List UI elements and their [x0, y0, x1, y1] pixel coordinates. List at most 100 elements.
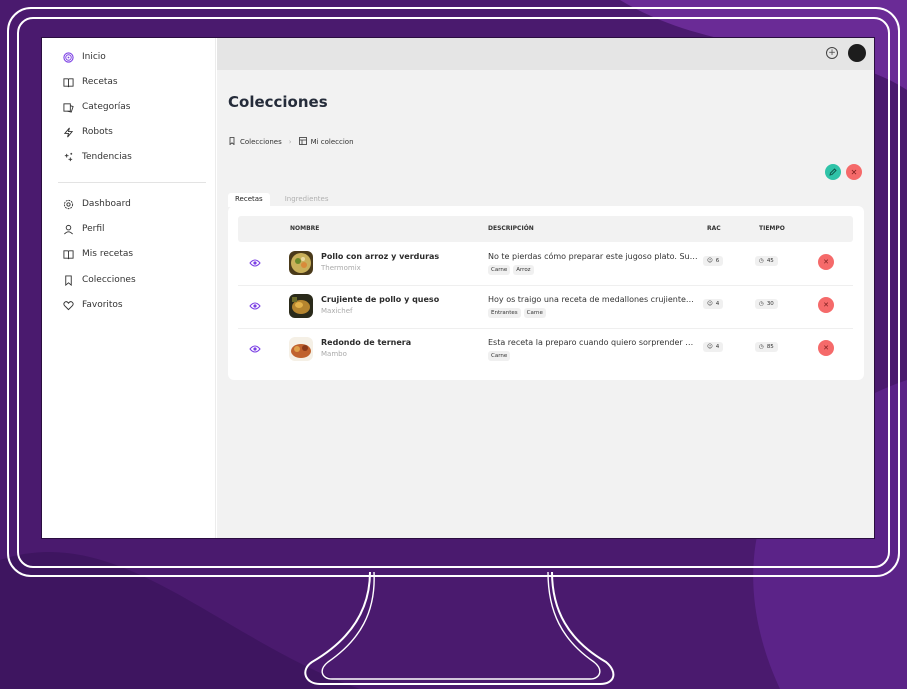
- tab-recetas[interactable]: Recetas: [228, 193, 270, 207]
- recipe-robot: Mambo: [321, 350, 347, 358]
- recipe-thumbnail: [289, 251, 313, 275]
- people-icon: ☺: [707, 301, 713, 307]
- categories-icon: [62, 101, 74, 113]
- collection-icon: [298, 137, 307, 147]
- sidebar-divider: [58, 182, 206, 183]
- rac-badge: ☺ 4: [703, 342, 724, 352]
- table-header: NOMBRE DESCRIPCIÓN RAC TIEMPO: [238, 216, 853, 242]
- sidebar-item-label: Categorías: [82, 102, 131, 112]
- tag-badge: Entrantes: [488, 308, 521, 318]
- sidebar-item-robots[interactable]: Robots: [62, 124, 113, 140]
- sidebar-item-label: Robots: [82, 127, 113, 137]
- rac-badge: ☺ 6: [703, 256, 724, 266]
- eye-icon[interactable]: [249, 344, 261, 354]
- sidebar-item-label: Favoritos: [82, 300, 123, 310]
- breadcrumb-current: Mi coleccion: [310, 138, 354, 146]
- clock-icon: ◷: [759, 258, 764, 264]
- sidebar-item-label: Dashboard: [82, 199, 131, 209]
- main-content: + Colecciones Colecciones › Mi coleccion…: [217, 38, 874, 538]
- heart-icon: [62, 299, 74, 311]
- recipe-description: No te pierdas cómo preparar este jugoso …: [488, 252, 698, 261]
- time-value: 45: [766, 258, 774, 264]
- sidebar-item-categorias[interactable]: Categorías: [62, 99, 131, 115]
- recipe-name[interactable]: Redondo de ternera: [321, 338, 411, 347]
- book-icon: [62, 248, 74, 260]
- edit-collection-button[interactable]: [825, 164, 841, 180]
- recipe-tags: Carne: [488, 351, 511, 361]
- remove-recipe-button[interactable]: ✕: [818, 340, 834, 356]
- time-badge: ◷ 30: [755, 299, 778, 309]
- gear-icon: [62, 198, 74, 210]
- recipe-thumbnail: [289, 294, 313, 318]
- fingerprint-icon: [62, 51, 74, 63]
- sidebar-item-label: Colecciones: [82, 275, 136, 285]
- sidebar-item-inicio[interactable]: Inicio: [62, 49, 106, 65]
- table-row[interactable]: Pollo con arroz y verduras Thermomix No …: [238, 243, 853, 286]
- rac-value: 6: [715, 258, 720, 264]
- rac-badge: ☺ 4: [703, 299, 724, 309]
- bookmark-icon: [62, 274, 74, 286]
- chevron-right-icon: ›: [288, 138, 292, 146]
- recipe-tags: Entrantes Carne: [488, 308, 546, 318]
- avatar[interactable]: [848, 44, 866, 62]
- remove-recipe-button[interactable]: ✕: [818, 297, 834, 313]
- sidebar-item-recetas[interactable]: Recetas: [62, 74, 118, 90]
- tag-badge: Carne: [488, 265, 511, 275]
- recipe-robot: Thermomix: [321, 264, 361, 272]
- recipe-robot: Maxichef: [321, 307, 353, 315]
- close-icon: ✕: [823, 344, 829, 352]
- sidebar-item-label: Tendencias: [82, 152, 132, 162]
- recipe-name[interactable]: Crujiente de pollo y queso: [321, 295, 439, 304]
- page-title: Colecciones: [228, 93, 328, 111]
- sidebar-item-tendencias[interactable]: Tendencias: [62, 149, 132, 165]
- sidebar-item-label: Perfil: [82, 224, 105, 234]
- sidebar-item-favoritos[interactable]: Favoritos: [62, 297, 123, 313]
- clock-icon: ◷: [759, 301, 764, 307]
- sparkles-icon: [62, 151, 74, 163]
- table-row[interactable]: Redondo de ternera Mambo Esta receta la …: [238, 329, 853, 372]
- add-button[interactable]: +: [826, 47, 838, 59]
- clock-icon: ◷: [759, 344, 764, 350]
- rac-value: 4: [715, 301, 720, 307]
- pencil-icon: [829, 168, 837, 176]
- book-icon: [62, 76, 74, 88]
- table-row[interactable]: Crujiente de pollo y queso Maxichef Hoy …: [238, 286, 853, 329]
- sidebar-item-label: Mis recetas: [82, 249, 134, 259]
- time-badge: ◷ 85: [755, 342, 778, 352]
- recipe-description: Esta receta la preparo cuando quiero sor…: [488, 338, 698, 347]
- tag-badge: Carne: [523, 308, 546, 318]
- user-icon: [62, 223, 74, 235]
- eye-icon[interactable]: [249, 258, 261, 268]
- people-icon: ☺: [707, 258, 713, 264]
- column-header-rac: RAC: [707, 225, 721, 232]
- recipes-card: NOMBRE DESCRIPCIÓN RAC TIEMPO Pollo con …: [228, 206, 864, 380]
- sidebar-item-label: Inicio: [82, 52, 106, 62]
- bookmark-icon: [228, 137, 236, 147]
- sidebar-item-colecciones[interactable]: Colecciones: [62, 272, 136, 288]
- people-icon: ☺: [707, 344, 713, 350]
- breadcrumb-colecciones[interactable]: Colecciones: [240, 138, 282, 146]
- app-screen: Inicio Recetas Categorías Robots Tendenc…: [41, 37, 875, 539]
- breadcrumb: Colecciones › Mi coleccion: [228, 137, 354, 147]
- remove-recipe-button[interactable]: ✕: [818, 254, 834, 270]
- sidebar-item-label: Recetas: [82, 77, 118, 87]
- tabs: Recetas Ingredientes: [228, 193, 336, 207]
- sidebar: Inicio Recetas Categorías Robots Tendenc…: [42, 38, 216, 538]
- bolt-icon: [62, 126, 74, 138]
- column-header-tiempo: TIEMPO: [759, 225, 785, 232]
- tag-badge: Arroz: [513, 265, 534, 275]
- eye-icon[interactable]: [249, 301, 261, 311]
- sidebar-item-perfil[interactable]: Perfil: [62, 221, 105, 237]
- plus-icon: +: [828, 47, 836, 58]
- recipe-tags: Carne Arroz: [488, 265, 534, 275]
- sidebar-item-mis-recetas[interactable]: Mis recetas: [62, 246, 133, 262]
- sidebar-item-dashboard[interactable]: Dashboard: [62, 196, 131, 212]
- close-icon: ✕: [823, 301, 829, 309]
- tag-badge: Carne: [488, 351, 511, 361]
- recipe-name[interactable]: Pollo con arroz y verduras: [321, 252, 439, 261]
- close-icon: ✕: [850, 167, 858, 177]
- time-value: 30: [766, 301, 774, 307]
- tab-ingredientes[interactable]: Ingredientes: [278, 193, 336, 207]
- delete-collection-button[interactable]: ✕: [846, 164, 862, 180]
- rac-value: 4: [715, 344, 720, 350]
